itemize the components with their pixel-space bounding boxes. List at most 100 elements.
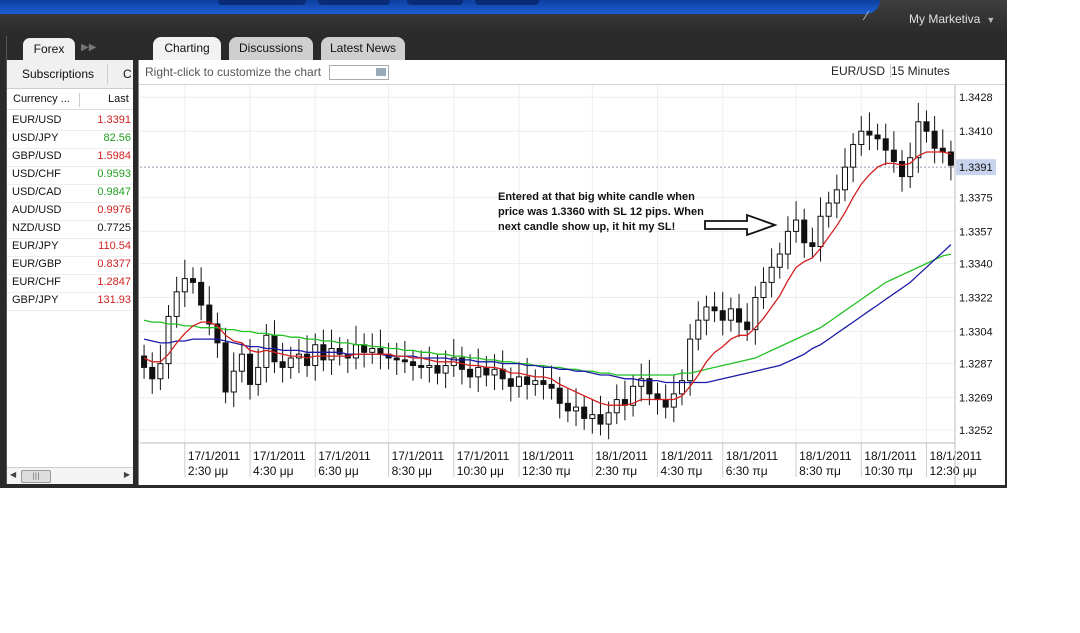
candle-body bbox=[141, 355, 148, 368]
subscriptions-button[interactable]: Subscriptions bbox=[9, 64, 108, 84]
x-tick-time: 8:30 πμ bbox=[799, 464, 841, 478]
candle-body bbox=[401, 359, 408, 363]
col-last-header[interactable]: Last bbox=[108, 93, 129, 105]
quote-row[interactable]: USD/JPY 82.56 bbox=[7, 130, 133, 149]
candle-body bbox=[418, 365, 425, 368]
candle-body bbox=[524, 376, 531, 385]
candle-body bbox=[312, 344, 319, 367]
candle-body bbox=[198, 281, 205, 306]
candle-body bbox=[532, 380, 539, 385]
y-tick-label: 1.3410 bbox=[959, 126, 993, 138]
candle-body bbox=[915, 121, 922, 159]
quote-last: 131.93 bbox=[97, 294, 131, 306]
quote-row[interactable]: AUD/USD 0.9976 bbox=[7, 202, 133, 221]
candle-body bbox=[548, 383, 555, 389]
candle-body bbox=[907, 157, 914, 178]
header-tab[interactable] bbox=[218, 0, 306, 5]
quote-last: 1.2847 bbox=[97, 276, 131, 288]
candle-body bbox=[670, 393, 677, 408]
quotes-tabs: Forex ▶▶ bbox=[7, 36, 133, 60]
candle-body bbox=[695, 319, 702, 340]
symbol-selector[interactable]: EUR/USD bbox=[831, 64, 892, 78]
x-tick-time: 2:30 μμ bbox=[188, 464, 229, 478]
header-tab[interactable] bbox=[475, 0, 539, 5]
current-price-label: 1.3391 bbox=[959, 162, 993, 174]
quote-row[interactable]: EUR/JPY 110.54 bbox=[7, 238, 133, 257]
x-tick-date: 18/1/2011 bbox=[726, 449, 779, 463]
x-tick-time: 12:30 μμ bbox=[929, 464, 976, 478]
x-tick-date: 17/1/2011 bbox=[457, 449, 510, 463]
candle-body bbox=[581, 406, 588, 419]
main-tabs: Charting Discussions Latest News bbox=[136, 36, 1007, 60]
candle-body bbox=[727, 308, 734, 321]
candle-body bbox=[923, 121, 930, 132]
quote-last: 0.9847 bbox=[97, 186, 131, 198]
candle-body bbox=[711, 306, 718, 312]
quote-row[interactable]: NZD/USD 0.7725 bbox=[7, 220, 133, 239]
candle-body bbox=[841, 166, 849, 191]
scroll-right-icon[interactable]: ▶ bbox=[124, 470, 130, 479]
subscriptions-overflow[interactable]: C bbox=[123, 64, 132, 84]
candle-body bbox=[475, 366, 482, 378]
col-currency-header[interactable]: Currency ... bbox=[13, 93, 70, 105]
quote-row[interactable]: GBP/JPY 131.93 bbox=[7, 292, 133, 311]
candle-body bbox=[589, 414, 596, 419]
candle-body bbox=[352, 344, 360, 359]
quote-row[interactable]: USD/CAD 0.9847 bbox=[7, 184, 133, 203]
quote-row[interactable]: EUR/GBP 0.8377 bbox=[7, 256, 133, 275]
header-tab[interactable] bbox=[407, 0, 463, 5]
quote-row[interactable]: USD/CHF 0.9593 bbox=[7, 166, 133, 185]
quote-last: 0.9976 bbox=[97, 204, 131, 216]
tab-charting[interactable]: Charting bbox=[153, 37, 221, 60]
quote-pair: NZD/USD bbox=[12, 222, 61, 234]
column-divider[interactable] bbox=[79, 93, 80, 107]
scroll-left-icon[interactable]: ◀ bbox=[10, 470, 16, 479]
scroll-thumb[interactable]: ||| bbox=[21, 470, 51, 483]
subscriptions-bar: Subscriptions C bbox=[7, 60, 133, 89]
candle-body bbox=[858, 130, 865, 145]
x-tick-time: 4:30 μμ bbox=[253, 464, 294, 478]
quote-row[interactable]: EUR/USD 1.3391 bbox=[7, 112, 133, 131]
chart-style-dropdown[interactable] bbox=[329, 65, 389, 80]
price-chart[interactable]: 17/1/20112:30 μμ17/1/20114:30 μμ17/1/201… bbox=[139, 60, 1005, 485]
quote-row[interactable]: EUR/CHF 1.2847 bbox=[7, 274, 133, 293]
y-tick-label: 1.3304 bbox=[959, 327, 993, 339]
x-tick-time: 12:30 πμ bbox=[522, 464, 571, 478]
candle-body bbox=[181, 278, 188, 293]
pin-icon[interactable]: ⁄ bbox=[865, 9, 875, 23]
candle-body bbox=[556, 387, 563, 404]
tab-discussions[interactable]: Discussions bbox=[229, 37, 313, 60]
candle-body bbox=[898, 160, 906, 178]
candle-body bbox=[491, 368, 498, 376]
timeframe-selector[interactable]: 15 Minutes bbox=[891, 64, 950, 78]
y-tick-label: 1.3252 bbox=[959, 425, 993, 437]
quote-last: 0.9593 bbox=[97, 168, 131, 180]
x-tick-date: 17/1/2011 bbox=[253, 449, 306, 463]
quote-pair: EUR/JPY bbox=[12, 240, 59, 252]
candle-body bbox=[304, 353, 311, 367]
y-tick-label: 1.3375 bbox=[959, 192, 993, 204]
tab-latest-news[interactable]: Latest News bbox=[321, 37, 405, 60]
candle-body bbox=[874, 134, 881, 140]
y-tick-label: 1.3322 bbox=[959, 293, 993, 305]
candle-body bbox=[206, 304, 213, 325]
arrow-icon bbox=[704, 213, 778, 237]
account-label: My Marketiva bbox=[909, 12, 981, 26]
quote-row[interactable]: GBP/USD 1.5984 bbox=[7, 148, 133, 167]
double-arrow-icon[interactable]: ▶▶ bbox=[81, 42, 96, 53]
annotation-text: Entered at that big white candle when pr… bbox=[498, 191, 704, 233]
x-tick-date: 18/1/2011 bbox=[929, 449, 982, 463]
header-tab[interactable] bbox=[318, 0, 390, 5]
horizontal-scrollbar[interactable]: ◀ ||| ▶ bbox=[7, 467, 133, 484]
candle-body bbox=[507, 378, 514, 387]
candle-body bbox=[189, 278, 197, 283]
y-tick-label: 1.3287 bbox=[959, 359, 993, 371]
top-bar: ⁄ My Marketiva ▼ bbox=[0, 0, 1007, 36]
quote-last: 0.7725 bbox=[97, 222, 131, 234]
tab-forex[interactable]: Forex bbox=[23, 38, 75, 60]
candle-body bbox=[222, 342, 229, 393]
candle-body bbox=[866, 130, 873, 136]
account-menu[interactable]: My Marketiva ▼ bbox=[909, 12, 995, 26]
x-tick-date: 18/1/2011 bbox=[595, 449, 648, 463]
quote-last: 82.56 bbox=[103, 132, 131, 144]
